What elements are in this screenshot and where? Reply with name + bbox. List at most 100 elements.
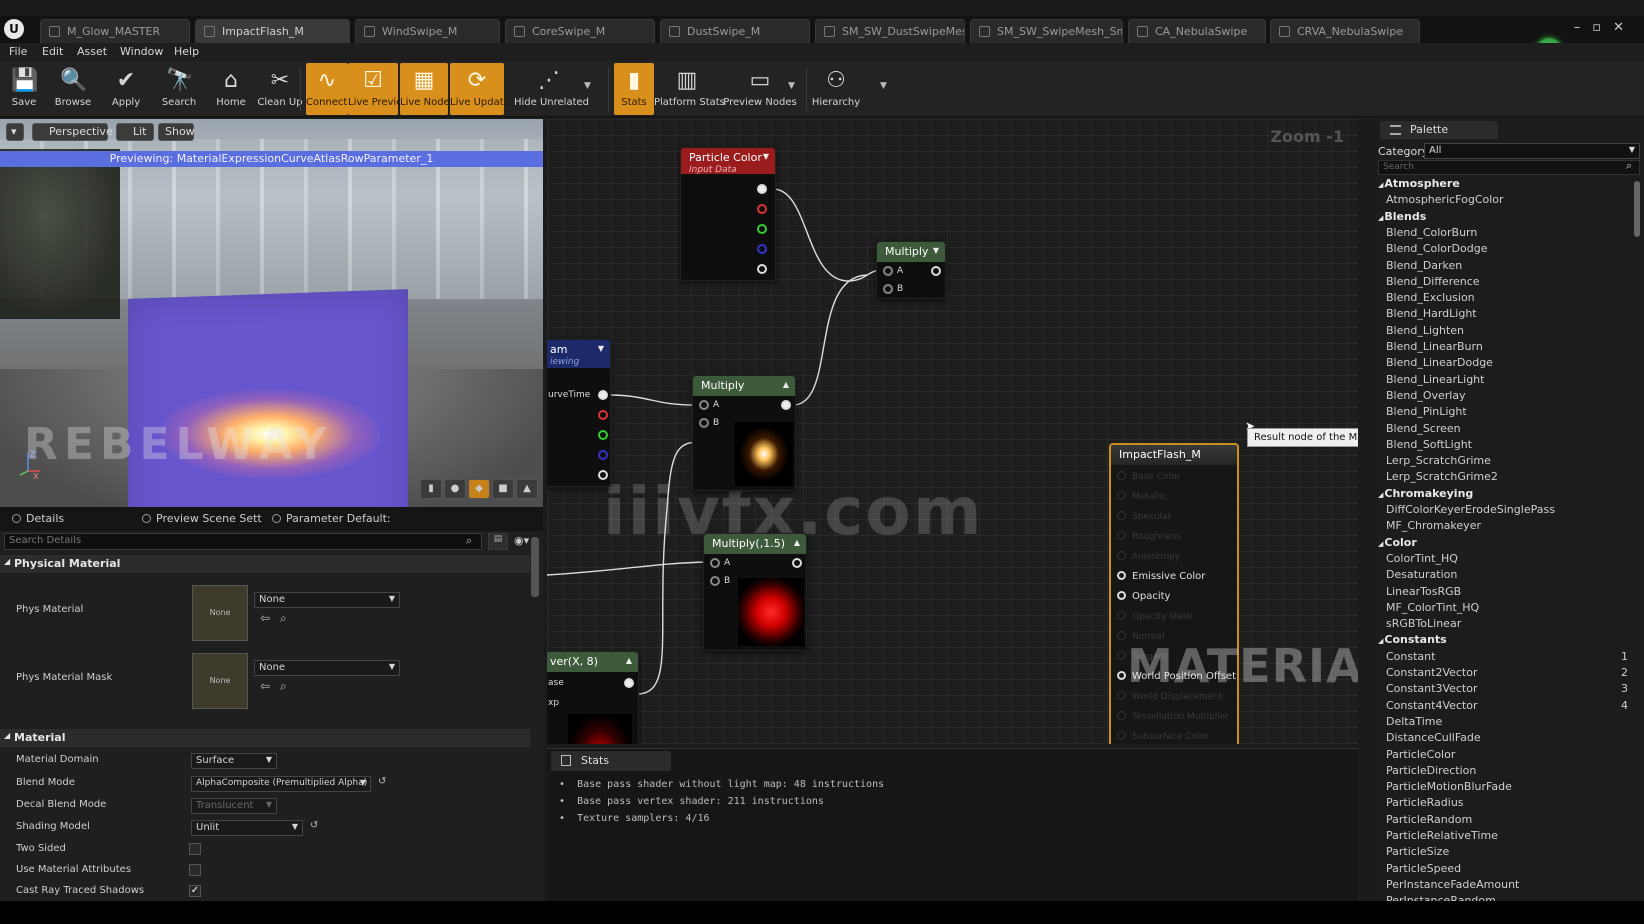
palette-group[interactable]: ◢Chromakeying bbox=[1378, 487, 1473, 500]
preview-cylinder-button[interactable]: ▮ bbox=[420, 479, 442, 499]
palette-item[interactable]: Blend_Exclusion bbox=[1386, 291, 1634, 304]
viewport-options-button[interactable]: ▾ bbox=[6, 123, 24, 141]
eye-icon[interactable]: ◉▾ bbox=[514, 534, 529, 547]
node-multiply-2[interactable]: Multiply ▲ A B bbox=[692, 375, 796, 491]
browse-asset-icon[interactable]: ⌕ bbox=[280, 679, 287, 694]
palette-item[interactable]: Blend_Lighten bbox=[1386, 324, 1634, 337]
palette-group[interactable]: ◢Blends bbox=[1378, 210, 1426, 223]
palette-item[interactable]: LinearTosRGB bbox=[1386, 585, 1634, 598]
preview-nodes-button[interactable]: ▭ Preview Nodes bbox=[722, 63, 798, 115]
palette-item[interactable]: ParticleColor bbox=[1386, 748, 1634, 761]
preview-plane-button[interactable]: ◆ bbox=[468, 479, 490, 499]
lit-button[interactable]: Lit bbox=[116, 123, 154, 141]
details-view-options-icon[interactable]: ▤ bbox=[488, 533, 508, 550]
cleanup-button[interactable]: ✂ Clean Up bbox=[256, 63, 304, 115]
details-search-input[interactable]: Search Details bbox=[4, 533, 482, 550]
stats-button[interactable]: ▮ Stats bbox=[614, 63, 654, 115]
phys-material-dropdown[interactable]: None ▼ bbox=[254, 592, 400, 608]
palette-item[interactable]: MF_ColorTint_HQ bbox=[1386, 601, 1634, 614]
output-pin[interactable] bbox=[624, 678, 634, 688]
tab-parameter-defaults[interactable]: Parameter Default: bbox=[270, 512, 391, 525]
input-pin-a[interactable] bbox=[883, 266, 893, 276]
palette-item[interactable]: Blend_LinearBurn bbox=[1386, 340, 1634, 353]
palette-item[interactable]: Blend_PinLight bbox=[1386, 405, 1634, 418]
node-curve-atlas-parameter[interactable]: am iewing ▼ urveTime bbox=[547, 339, 611, 487]
palette-scrollbar[interactable] bbox=[1634, 181, 1640, 237]
output-pin[interactable] bbox=[781, 400, 791, 410]
node-power[interactable]: ver(X, 8) ▲ ase xp bbox=[547, 651, 639, 744]
tab-document[interactable]: WindSwipe_M bbox=[355, 19, 500, 43]
palette-item[interactable]: Lerp_ScratchGrime2 bbox=[1386, 470, 1634, 483]
preview-sphere-button[interactable]: ● bbox=[444, 479, 466, 499]
tab-document[interactable]: CRVA_NebulaSwipe bbox=[1270, 19, 1420, 43]
palette-item[interactable]: Lerp_ScratchGrime bbox=[1386, 454, 1634, 467]
node-multiply-1[interactable]: Multiply ▼ A B bbox=[876, 241, 946, 299]
search-icon[interactable]: ⌕ bbox=[1626, 159, 1632, 173]
palette-item[interactable]: Blend_Darken bbox=[1386, 259, 1634, 272]
collapse-arrow-icon[interactable]: ▼ bbox=[598, 344, 604, 353]
category-material[interactable]: ◢ Material bbox=[0, 729, 530, 747]
input-pin-b[interactable] bbox=[710, 576, 720, 586]
material-input-pin[interactable]: Opacity bbox=[1117, 591, 1170, 602]
palette-item[interactable]: Constant4Vector 4 bbox=[1386, 699, 1634, 712]
hide-unrelated-button[interactable]: ⋰ Hide Unrelated bbox=[514, 63, 589, 115]
collapse-arrow-icon[interactable]: ▲ bbox=[794, 538, 800, 547]
cast-ray-traced-shadows-checkbox[interactable]: ✓ bbox=[189, 885, 201, 897]
tab-document[interactable]: M_Glow_MASTER bbox=[40, 19, 190, 43]
shading-model-dropdown[interactable]: Unlit ▼ bbox=[191, 820, 303, 836]
palette-item[interactable]: Blend_Difference bbox=[1386, 275, 1634, 288]
palette-item[interactable]: Constant 1 bbox=[1386, 650, 1634, 663]
live-nodes-button[interactable]: ▦ Live Nodes bbox=[400, 63, 455, 115]
palette-item[interactable]: Blend_ColorDodge bbox=[1386, 242, 1634, 255]
input-pin-b[interactable] bbox=[883, 284, 893, 294]
palette-item[interactable]: Desaturation bbox=[1386, 568, 1634, 581]
material-input-pin[interactable]: Emissive Color bbox=[1117, 571, 1205, 582]
palette-item[interactable]: ParticleRadius bbox=[1386, 796, 1634, 809]
material-domain-dropdown[interactable]: Surface ▼ bbox=[191, 753, 277, 769]
palette-item[interactable]: Constant3Vector 3 bbox=[1386, 682, 1634, 695]
palette-item[interactable]: ParticleSpeed bbox=[1386, 862, 1634, 875]
browse-asset-icon[interactable]: ⌕ bbox=[280, 611, 287, 626]
material-result-node[interactable]: ImpactFlash_M Base Color Metallic Specular… bbox=[1109, 443, 1239, 744]
collapse-arrow-icon[interactable]: ▼ bbox=[763, 152, 769, 161]
collapse-arrow-icon[interactable]: ▲ bbox=[783, 380, 789, 389]
details-scrollbar[interactable] bbox=[531, 537, 539, 597]
material-input-pin[interactable]: Subsurface Color bbox=[1117, 731, 1209, 742]
chevron-down-icon[interactable]: ▼ bbox=[880, 81, 887, 91]
preview-cube-button[interactable]: ■ bbox=[492, 479, 514, 499]
browse-button[interactable]: 🔍 Browse bbox=[48, 63, 98, 115]
palette-item[interactable]: ParticleSize bbox=[1386, 845, 1634, 858]
hierarchy-button[interactable]: ⚇ Hierarchy bbox=[806, 63, 866, 115]
palette-item[interactable]: PerInstanceFadeAmount bbox=[1386, 878, 1634, 891]
tab-palette[interactable]: Palette bbox=[1380, 121, 1498, 139]
tab-document[interactable]: ImpactFlash_M bbox=[195, 19, 350, 43]
decal-blend-mode-dropdown[interactable]: Translucent ▼ bbox=[191, 798, 277, 814]
output-pin[interactable] bbox=[792, 558, 802, 568]
tab-document[interactable]: CoreSwipe_M bbox=[505, 19, 655, 43]
platform-stats-button[interactable]: ▥ Platform Stats bbox=[654, 63, 725, 115]
chevron-down-icon[interactable]: ▼ bbox=[584, 81, 591, 91]
tab-details[interactable]: Details bbox=[10, 512, 64, 525]
material-input-pin[interactable]: Metallic bbox=[1117, 491, 1167, 502]
two-sided-checkbox[interactable] bbox=[189, 843, 201, 855]
palette-item[interactable]: ParticleRelativeTime bbox=[1386, 829, 1634, 842]
palette-item[interactable]: sRGBToLinear bbox=[1386, 617, 1634, 630]
palette-item[interactable]: DeltaTime bbox=[1386, 715, 1634, 728]
save-button[interactable]: 💾 Save bbox=[4, 63, 44, 115]
palette-item[interactable]: DiffColorKeyerErodeSinglePass bbox=[1386, 503, 1634, 516]
connectors-button[interactable]: ∿ Connectors bbox=[306, 63, 363, 115]
output-pin-rgb[interactable] bbox=[598, 390, 608, 400]
tab-stats[interactable]: Stats bbox=[551, 751, 671, 771]
category-physical-material[interactable]: ◢ Physical Material bbox=[0, 555, 530, 573]
search-icon[interactable]: ⌕ bbox=[466, 534, 472, 548]
tab-document[interactable]: CA_NebulaSwipe bbox=[1128, 19, 1266, 43]
use-selected-arrow-icon[interactable]: ⇦ bbox=[260, 679, 270, 693]
material-graph-canvas[interactable]: iiivfx.com Zoom -1 Particle Color Input D… bbox=[547, 119, 1358, 744]
palette-item[interactable]: ColorTint_HQ bbox=[1386, 552, 1634, 565]
tab-document[interactable]: DustSwipe_M bbox=[660, 19, 810, 43]
output-pin-b[interactable] bbox=[757, 244, 767, 254]
search-button[interactable]: 🔭 Search bbox=[152, 63, 206, 115]
use-selected-arrow-icon[interactable]: ⇦ bbox=[260, 611, 270, 625]
menu-window[interactable]: Window bbox=[120, 45, 163, 58]
palette-item[interactable]: Blend_SoftLight bbox=[1386, 438, 1634, 451]
